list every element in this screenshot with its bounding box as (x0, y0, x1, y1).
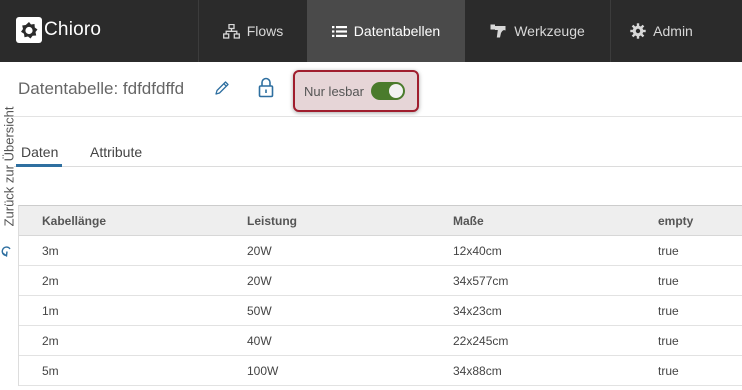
table-cell: true (658, 274, 679, 288)
lock-icon[interactable] (258, 77, 274, 98)
table-cell: 22x245cm (453, 334, 509, 348)
nav-werkzeuge-label: Werkzeuge (514, 23, 585, 39)
brand-name: Chioro (44, 19, 102, 40)
readonly-toggle[interactable] (370, 82, 405, 100)
nav-admin[interactable]: Admin (611, 0, 712, 62)
table-cell: 34x88cm (453, 364, 502, 378)
table-row[interactable]: 5m 100W 34x88cm true (19, 356, 742, 386)
nav-admin-label: Admin (653, 23, 693, 39)
table-cell: 2m (42, 274, 59, 288)
table-cell: true (658, 334, 679, 348)
nav-flows-label: Flows (246, 23, 284, 39)
back-arrow-icon[interactable] (1, 243, 12, 257)
column-header[interactable]: Leistung (247, 206, 297, 236)
tab-attribute[interactable]: Attribute (90, 144, 142, 160)
brand-link[interactable]: Chioro (16, 12, 101, 48)
active-tab-indicator (16, 164, 62, 167)
table-cell: 20W (247, 274, 272, 288)
tab-daten[interactable]: Daten (21, 144, 58, 160)
table-cell: 100W (247, 364, 279, 378)
chioro-logo-icon (16, 17, 42, 43)
column-header[interactable]: Maße (453, 206, 484, 236)
table-cell: true (658, 304, 679, 318)
column-header[interactable]: empty (658, 206, 693, 236)
table-cell: true (658, 244, 679, 258)
table-row[interactable]: 2m 40W 22x245cm true (19, 326, 742, 356)
nav-flows[interactable]: Flows (199, 0, 307, 62)
table-row[interactable]: 3m 20W 12x40cm true (19, 236, 742, 266)
table-row[interactable]: 2m 20W 34x577cm true (19, 266, 742, 296)
toggle-knob (388, 84, 403, 98)
table-cell: true (658, 364, 679, 378)
gear-icon (630, 23, 646, 39)
back-to-overview-label: Zurück zur Übersicht (1, 106, 17, 227)
tabs-divider (14, 166, 742, 167)
table-header-row: Kabellänge Leistung Maße empty (19, 206, 742, 236)
table-cell: 1m (42, 304, 59, 318)
table-cell: 2m (42, 334, 59, 348)
table-cell: 3m (42, 244, 59, 258)
table-cell: 34x23cm (453, 304, 502, 318)
readonly-toggle-container: Nur lesbar (293, 70, 419, 112)
table-cell: 20W (247, 244, 272, 258)
table-row[interactable]: 1m 50W 34x23cm true (19, 296, 742, 326)
table-cell: 40W (247, 334, 272, 348)
table-cell: 5m (42, 364, 59, 378)
nav-datentabellen-label: Datentabellen (353, 23, 441, 39)
top-navbar: Chioro Flows Datentabellen Werkzeuge Adm… (0, 0, 742, 62)
table-cell: 34x577cm (453, 274, 509, 288)
sitemap-icon (222, 23, 240, 39)
data-table: Kabellänge Leistung Maße empty 3m 20W 12… (18, 205, 742, 386)
table-cell: 50W (247, 304, 272, 318)
edit-pencil-icon[interactable] (214, 80, 230, 96)
tools-icon (490, 24, 506, 37)
column-header[interactable]: Kabellänge (42, 206, 106, 236)
page-title: Datentabelle: fdfdfdffd (18, 79, 185, 98)
readonly-label: Nur lesbar (304, 83, 364, 99)
header-divider (14, 116, 742, 117)
nav-datentabellen[interactable]: Datentabellen (307, 0, 465, 62)
nav-werkzeuge[interactable]: Werkzeuge (465, 0, 610, 62)
list-icon (331, 25, 347, 37)
table-cell: 12x40cm (453, 244, 502, 258)
